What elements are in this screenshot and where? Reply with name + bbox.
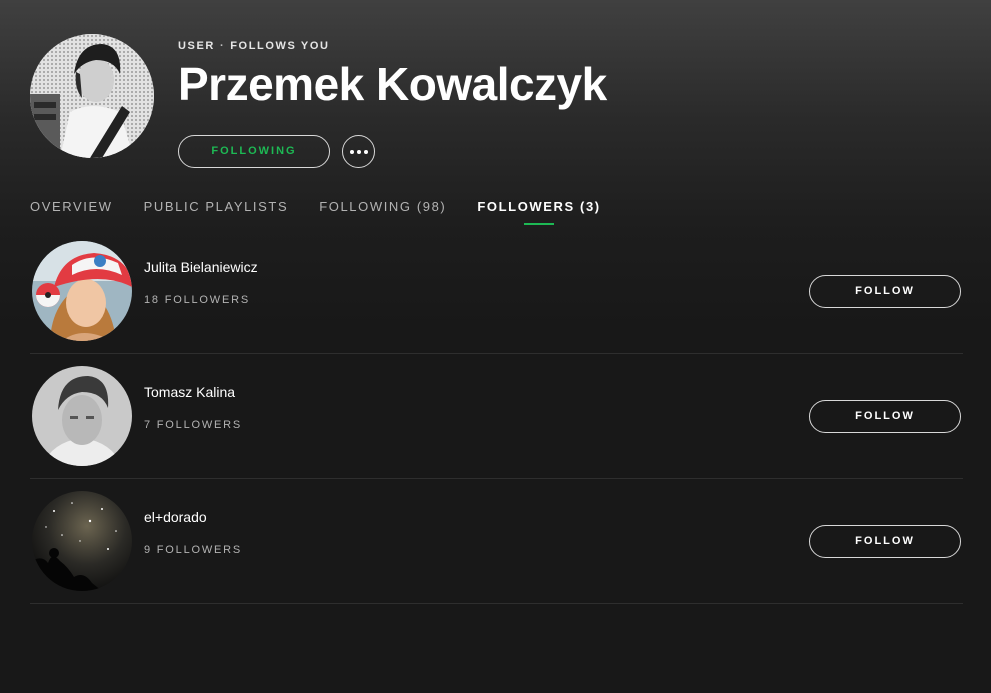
follower-name[interactable]: Tomasz Kalina [144,384,235,400]
profile-avatar [30,34,154,158]
avatar[interactable] [32,366,132,466]
tab-overview[interactable]: OVERVIEW [30,199,113,225]
more-horizontal-icon [356,149,361,154]
profile-tabs: OVERVIEW PUBLIC PLAYLISTS FOLLOWING (98)… [30,199,632,225]
profile-actions: FOLLOWING [178,135,375,168]
profile-header: USER · FOLLOWS YOU Przemek Kowalczyk FOLLO… [30,34,970,174]
list-item: Julita Bielaniewicz 18 FOLLOWERS FOLLOW [30,241,963,354]
profile-name: Przemek Kowalczyk [178,58,607,110]
profile-page: USER · FOLLOWS YOU Przemek Kowalczyk FOLLO… [0,0,991,693]
more-options-button[interactable] [342,135,375,168]
follow-button[interactable]: FOLLOW [809,275,961,308]
type-separator: · [219,40,226,52]
follower-count: 7 FOLLOWERS [144,419,243,431]
more-horizontal-icon [363,149,368,154]
tab-label: PUBLIC PLAYLISTS [143,199,289,214]
profile-header-text: USER · FOLLOWS YOU Przemek Kowalczyk [178,40,607,112]
profile-type-label: USER · FOLLOWS YOU [178,40,607,52]
avatar[interactable] [32,241,132,341]
user-type-text: USER [178,40,215,52]
avatar[interactable] [32,491,132,591]
tab-followers[interactable]: FOLLOWERS (3) [477,199,600,225]
more-horizontal-icon [349,149,354,154]
follower-name[interactable]: Julita Bielaniewicz [144,259,258,275]
tab-label: FOLLOWERS (3) [477,199,601,214]
list-item: Tomasz Kalina 7 FOLLOWERS FOLLOW [30,366,963,479]
follower-count: 18 FOLLOWERS [144,294,250,306]
followers-list: Julita Bielaniewicz 18 FOLLOWERS FOLLOW … [30,241,963,616]
tab-public-playlists[interactable]: PUBLIC PLAYLISTS [144,199,289,225]
tab-following[interactable]: FOLLOWING (98) [319,199,446,225]
follower-count: 9 FOLLOWERS [144,544,243,556]
tab-label: FOLLOWING (98) [319,199,447,214]
following-button[interactable]: FOLLOWING [178,135,330,168]
follow-button[interactable]: FOLLOW [809,400,961,433]
active-tab-indicator [524,223,555,225]
follows-you-text: FOLLOWS YOU [230,40,330,52]
list-item: el+dorado 9 FOLLOWERS FOLLOW [30,491,963,604]
tab-label: OVERVIEW [30,199,113,214]
follower-name[interactable]: el+dorado [144,509,207,525]
follow-button[interactable]: FOLLOW [809,525,961,558]
